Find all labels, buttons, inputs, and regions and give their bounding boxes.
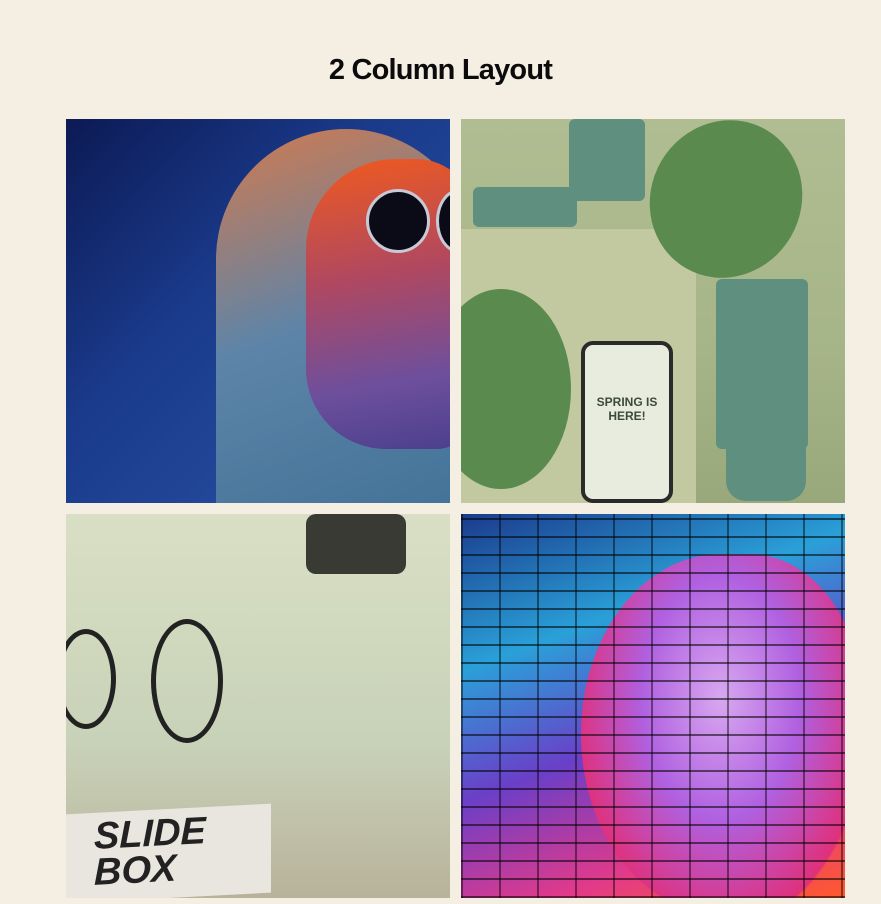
- bowl: [473, 187, 577, 227]
- bike-wheel: [151, 619, 223, 743]
- green-vases-phone-mockup-photo: SPRING IS HERE!: [461, 119, 845, 503]
- cup: [726, 429, 806, 501]
- bike-wheel: [66, 629, 116, 729]
- hooded-person-sunglasses-photo: [66, 119, 450, 503]
- page-title: 2 Column Layout: [328, 54, 553, 86]
- brick-texture: [461, 514, 845, 898]
- rider: [306, 514, 406, 574]
- two-column-image-grid: SPRING IS HERE! SLIDE BOX: [66, 119, 845, 898]
- banner-text: SLIDE BOX: [94, 810, 206, 894]
- sunglasses-lens: [366, 189, 430, 253]
- vase: [716, 279, 808, 449]
- phone-mockup: SPRING IS HERE!: [581, 341, 673, 503]
- slide-box-banner: SLIDE BOX: [66, 803, 271, 898]
- graffiti-woman-face-mural-photo: [461, 514, 845, 898]
- phone-screen-text: SPRING IS HERE!: [596, 395, 658, 423]
- vase: [569, 119, 645, 201]
- bmx-rider-jump-photo: SLIDE BOX: [66, 514, 450, 898]
